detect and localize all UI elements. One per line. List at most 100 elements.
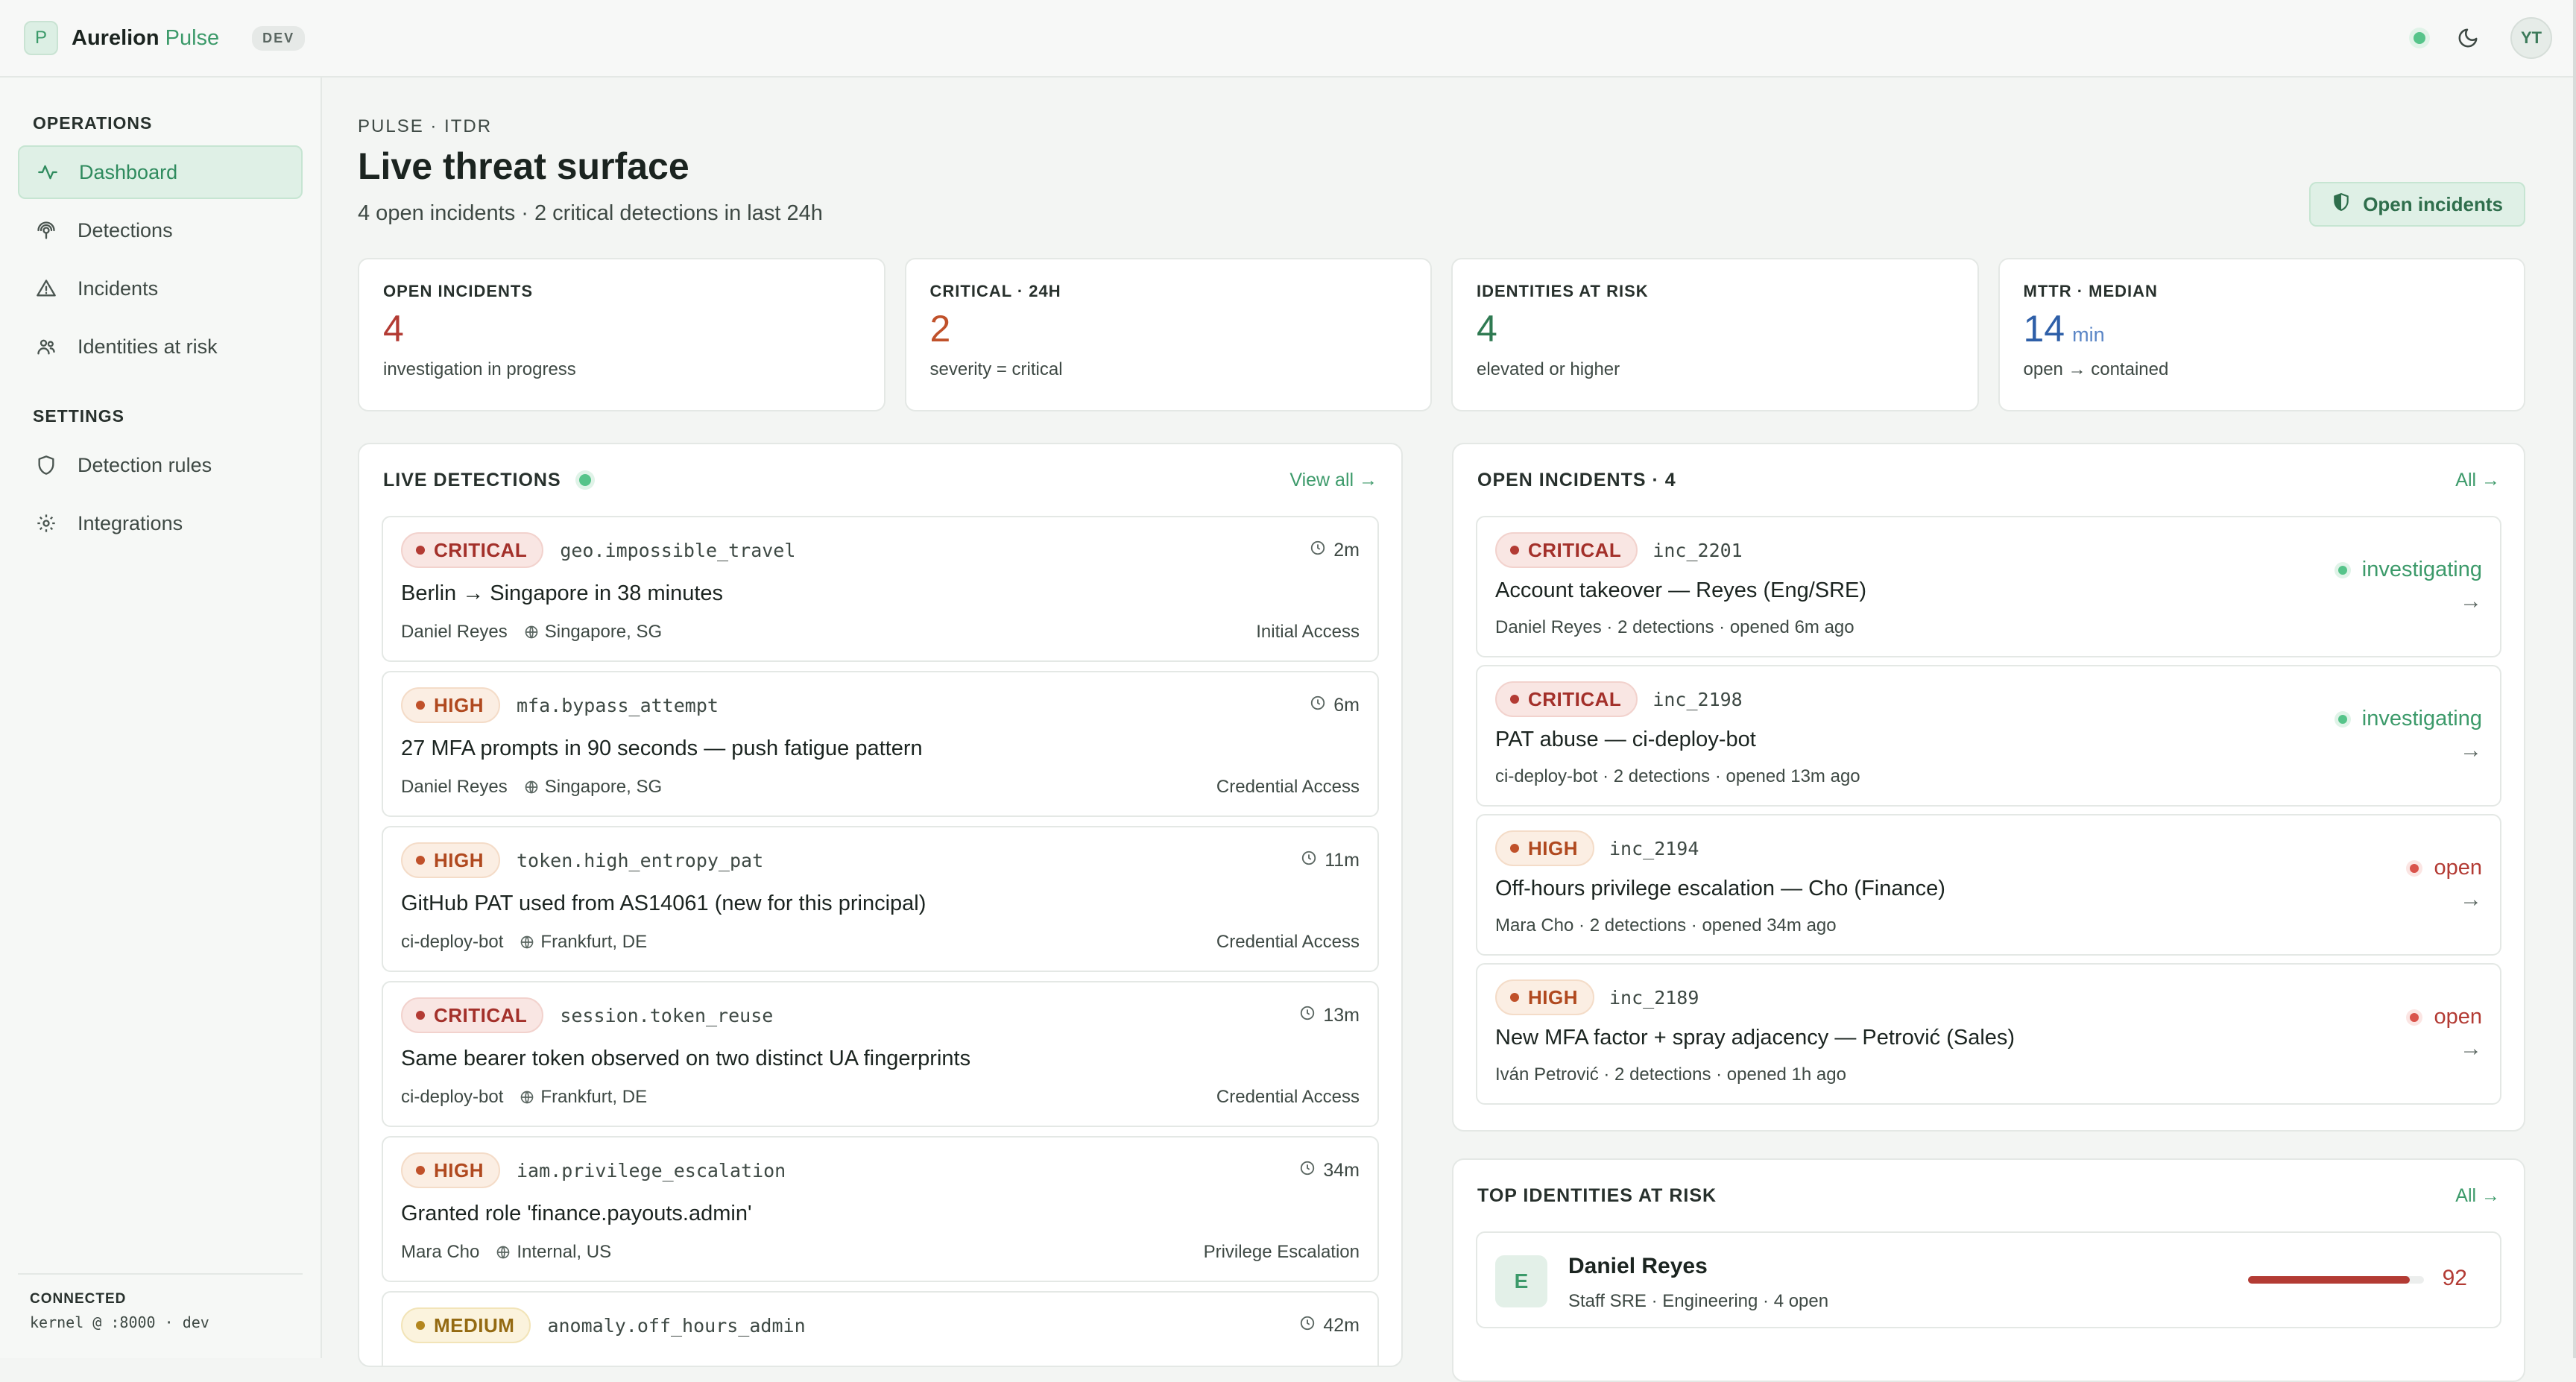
page-subtitle: 4 open incidents · 2 critical detections… xyxy=(358,201,823,225)
incident-title: Off-hours privilege escalation — Cho (Fi… xyxy=(1495,877,1945,900)
shield-icon xyxy=(34,453,58,477)
identity-name: Daniel Reyes xyxy=(1568,1254,1708,1278)
incident-id: inc_2198 xyxy=(1652,688,1743,710)
severity-label: HIGH xyxy=(434,693,484,716)
stat-cards: OPEN INCIDENTS 4 investigation in progre… xyxy=(358,258,2525,411)
incident-card[interactable]: CRITICAL inc_2198 PAT abuse — ci-deploy-… xyxy=(1476,665,2501,807)
logo-letter: P xyxy=(34,28,47,48)
identity-details: Staff SRE · Engineering · 4 open xyxy=(1568,1291,1829,1311)
clock-icon xyxy=(1299,1160,1316,1181)
severity-label: CRITICAL xyxy=(1528,538,1622,561)
severity-dot xyxy=(416,701,425,710)
stat-card-open-incidents[interactable]: OPEN INCIDENTS 4 investigation in progre… xyxy=(358,258,886,411)
detection-title: Berlin → Singapore in 38 minutes xyxy=(401,581,724,605)
incident-card[interactable]: HIGH inc_2194 Off-hours privilege escala… xyxy=(1476,814,2501,956)
clock-icon xyxy=(1299,1005,1316,1026)
app-name-primary: Aurelion xyxy=(72,25,160,50)
connection-status-dot xyxy=(2414,32,2425,44)
detection-card[interactable]: HIGH mfa.bypass_attempt 6m 27 MFA prompt… xyxy=(382,671,1379,817)
moon-icon[interactable] xyxy=(2455,25,2481,51)
sidebar-item-dashboard[interactable]: Dashboard xyxy=(18,145,303,199)
all-identities-link[interactable]: All → xyxy=(2455,1185,2500,1207)
status-dot xyxy=(2410,863,2419,873)
incident-header: CRITICAL inc_2198 xyxy=(1495,681,1743,717)
detection-meta: ci-deploy-bot Frankfurt, DE Credential A… xyxy=(401,1087,1360,1108)
stat-card-mttr[interactable]: MTTR · MEDIAN 14 min open → contained xyxy=(1998,258,2525,411)
globe-icon xyxy=(524,780,539,795)
panel-header: OPEN INCIDENTS · 4 All → xyxy=(1453,444,2524,516)
stat-value: 4 xyxy=(383,308,404,350)
detection-rule: mfa.bypass_attempt xyxy=(517,694,719,716)
detection-principal: Daniel Reyes xyxy=(401,777,508,797)
activity-icon xyxy=(36,160,60,184)
incident-title: New MFA factor + spray adjacency — Petro… xyxy=(1495,1026,2015,1050)
clock-icon xyxy=(1310,540,1326,561)
incident-header: HIGH inc_2189 xyxy=(1495,979,1699,1015)
severity-label: HIGH xyxy=(1528,836,1578,859)
sidebar-item-label: Identities at risk xyxy=(78,335,218,358)
stat-unit: min xyxy=(2072,324,2105,346)
stat-card-identities-at-risk[interactable]: IDENTITIES AT RISK 4 elevated or higher xyxy=(1451,258,1979,411)
detection-age: 13m xyxy=(1323,1004,1360,1026)
detection-rule: geo.impossible_travel xyxy=(560,539,796,561)
incident-meta: Mara Cho · 2 detections · opened 34m ago xyxy=(1495,915,1837,935)
detection-card[interactable]: HIGH token.high_entropy_pat 11m GitHub P… xyxy=(382,826,1379,972)
risk-score: 92 xyxy=(2442,1266,2467,1290)
detection-time: 13m xyxy=(1299,1005,1360,1026)
severity-label: MEDIUM xyxy=(434,1313,515,1337)
open-incidents-panel: OPEN INCIDENTS · 4 All → CRITICAL inc_22… xyxy=(1452,443,2525,1132)
detection-card[interactable]: HIGH iam.privilege_escalation 34m Grante… xyxy=(382,1136,1379,1282)
detection-location: Internal, US xyxy=(517,1242,612,1262)
detection-rule: iam.privilege_escalation xyxy=(517,1159,786,1181)
detection-header: CRITICAL geo.impossible_travel 2m xyxy=(401,532,1360,568)
arrow-right-icon[interactable]: → xyxy=(2460,738,2482,763)
globe-icon xyxy=(496,1245,511,1260)
panel-title: LIVE DETECTIONS xyxy=(383,469,561,490)
incident-card[interactable]: HIGH inc_2189 New MFA factor + spray adj… xyxy=(1476,963,2501,1105)
detection-rule: anomaly.off_hours_admin xyxy=(547,1314,806,1337)
sidebar-item-incidents[interactable]: Incidents xyxy=(18,262,303,315)
clock-icon xyxy=(1301,850,1317,871)
incident-card[interactable]: CRITICAL inc_2201 Account takeover — Rey… xyxy=(1476,516,2501,657)
detection-header: HIGH token.high_entropy_pat 11m xyxy=(401,842,1360,878)
open-incidents-button[interactable]: Open incidents xyxy=(2309,182,2525,227)
severity-dot xyxy=(416,1166,425,1175)
clock-icon xyxy=(1299,1315,1316,1337)
arrow-right-icon[interactable]: → xyxy=(2460,1036,2482,1061)
detection-card[interactable]: MEDIUM anomaly.off_hours_admin 42m xyxy=(382,1291,1379,1366)
detection-rule: session.token_reuse xyxy=(560,1004,774,1026)
globe-icon xyxy=(524,625,539,640)
app-logo[interactable]: P xyxy=(24,21,58,55)
detection-header: CRITICAL session.token_reuse 13m xyxy=(401,997,1360,1033)
sidebar-item-label: Incidents xyxy=(78,277,159,300)
view-all-detections-link[interactable]: View all → xyxy=(1289,470,1377,491)
incident-meta: Iván Petrović · 2 detections · opened 1h… xyxy=(1495,1064,1846,1085)
connection-info: CONNECTED kernel @ :8000 · dev xyxy=(18,1273,303,1331)
all-incidents-link[interactable]: All → xyxy=(2455,470,2500,491)
incident-id: inc_2201 xyxy=(1652,539,1743,561)
sidebar-section-operations: OPERATIONS xyxy=(33,113,153,133)
detection-location: Frankfurt, DE xyxy=(540,932,648,952)
detection-age: 11m xyxy=(1325,849,1360,871)
sidebar-item-integrations[interactable]: Integrations xyxy=(18,496,303,550)
connection-label: CONNECTED xyxy=(30,1291,127,1307)
detection-location: Frankfurt, DE xyxy=(540,1087,648,1107)
users-icon xyxy=(34,335,58,359)
arrow-right-icon[interactable]: → xyxy=(2460,589,2482,614)
sidebar-item-detections[interactable]: Detections xyxy=(18,203,303,257)
arrow-right-icon[interactable]: → xyxy=(2460,887,2482,912)
stat-value: 4 xyxy=(1477,308,1497,350)
user-avatar[interactable]: YT xyxy=(2510,17,2552,59)
incident-id: inc_2194 xyxy=(1609,837,1699,859)
stat-card-critical-24h[interactable]: CRITICAL · 24H 2 severity = critical xyxy=(904,258,1432,411)
identity-card[interactable]: E Daniel Reyes Staff SRE · Engineering ·… xyxy=(1476,1231,2501,1328)
sidebar-item-detection-rules[interactable]: Detection rules xyxy=(18,438,303,492)
detection-card[interactable]: CRITICAL session.token_reuse 13m Same be… xyxy=(382,981,1379,1127)
sidebar-item-identities-at-risk[interactable]: Identities at risk xyxy=(18,320,303,373)
live-detections-panel: LIVE DETECTIONS View all → CRITICAL geo.… xyxy=(358,443,1403,1367)
detection-meta: Daniel Reyes Singapore, SG Credential Ac… xyxy=(401,777,1360,798)
detection-location: Singapore, SG xyxy=(544,777,663,797)
detection-card[interactable]: CRITICAL geo.impossible_travel 2m Berlin… xyxy=(382,516,1379,662)
incident-status-label: investigating xyxy=(2361,707,2482,731)
status-dot xyxy=(2337,565,2347,575)
